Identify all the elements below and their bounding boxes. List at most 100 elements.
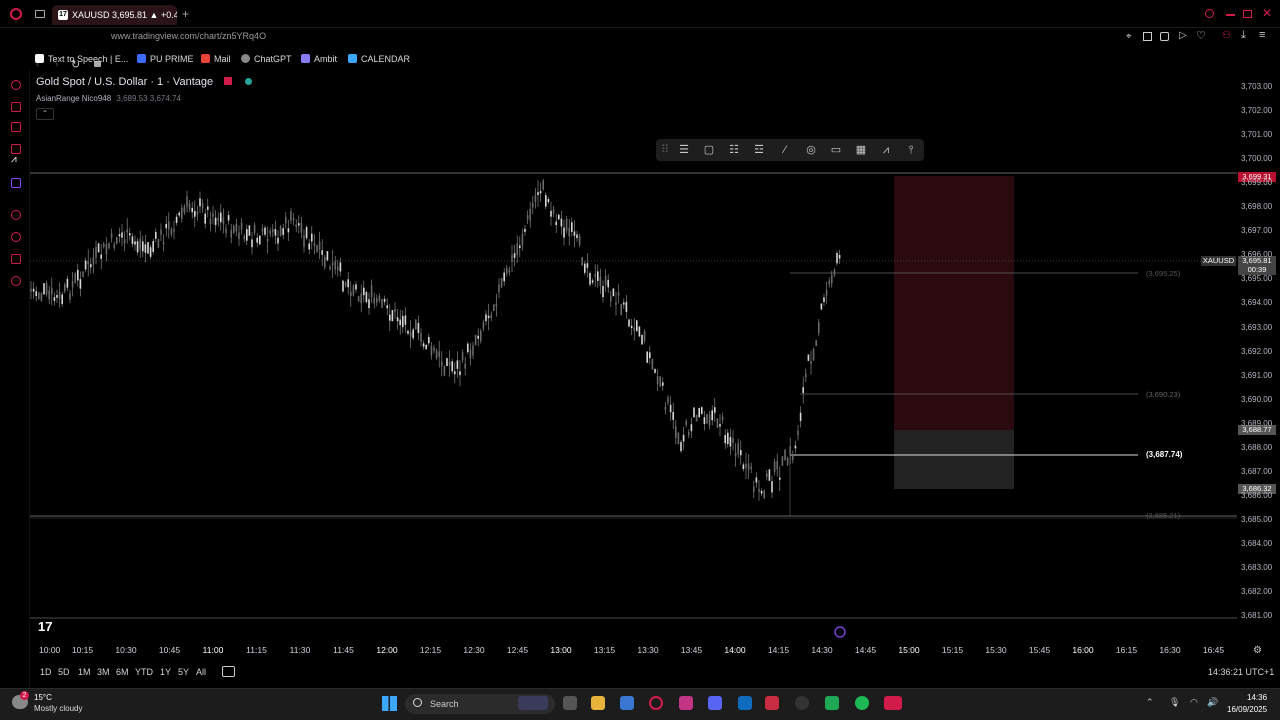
price-tick: 3,690.00	[1241, 394, 1273, 404]
range-1y[interactable]: 1Y	[160, 667, 171, 677]
whatsapp-icon[interactable]	[825, 696, 839, 710]
fib-icon[interactable]: ☲	[752, 144, 766, 156]
candle-body	[217, 218, 219, 221]
candle-body	[266, 238, 269, 242]
trendline-icon[interactable]: ⁄	[778, 144, 792, 156]
candle-body	[352, 285, 355, 296]
lines-icon[interactable]: ☰	[677, 144, 691, 156]
search-icon	[413, 698, 422, 707]
candle-body	[771, 481, 773, 493]
app-red-icon[interactable]	[765, 696, 779, 710]
opera-taskbar-icon[interactable]	[649, 696, 663, 710]
candle-body	[576, 234, 578, 239]
time-tick: 14:30	[811, 645, 833, 655]
path-icon[interactable]: ⩘	[879, 144, 893, 156]
spotify-icon[interactable]	[855, 696, 869, 710]
price-tick: 3,701.00	[1241, 130, 1273, 140]
candle-body	[597, 271, 599, 281]
file-explorer-icon[interactable]	[591, 696, 605, 710]
channel-icon[interactable]: ☷	[727, 144, 741, 156]
candle-body	[136, 241, 139, 253]
range-ytd[interactable]: YTD	[135, 667, 153, 677]
measure-icon[interactable]: ⫯	[904, 144, 918, 156]
store-icon[interactable]	[620, 696, 634, 710]
windows-start-icon[interactable]	[382, 696, 397, 711]
time-tick: 16:30	[1159, 645, 1181, 655]
comment-icon[interactable]: ▭	[829, 144, 843, 156]
flag-icon[interactable]	[224, 77, 233, 85]
candle-body	[779, 477, 781, 480]
candle-body	[433, 347, 435, 351]
notification-badge: 2	[20, 691, 29, 700]
candle-body	[285, 217, 287, 224]
drag-handle-icon[interactable]: ⠿	[658, 144, 672, 156]
microphone-icon[interactable]: 🎙	[1169, 697, 1180, 708]
settings-gear-icon[interactable]: ⚙	[1253, 645, 1262, 656]
network-icon[interactable]: ◠	[1190, 697, 1198, 708]
search-highlight-icon[interactable]	[518, 696, 548, 710]
system-time[interactable]: 14:36	[1247, 693, 1267, 702]
task-view-icon[interactable]	[563, 696, 577, 710]
range-all[interactable]: All	[196, 667, 206, 677]
volume-icon[interactable]: 🔊	[1207, 697, 1218, 708]
chart-clock[interactable]: 14:36:21 UTC+1	[1208, 667, 1274, 677]
candle-body	[121, 232, 123, 238]
candle-body	[805, 373, 807, 377]
outlook-icon[interactable]	[738, 696, 752, 710]
candle-body	[781, 456, 784, 466]
candle-body	[701, 407, 703, 414]
candle-body	[464, 363, 466, 369]
candle-body	[591, 280, 594, 283]
candle-body	[74, 273, 76, 283]
indicator-legend[interactable]: AsianRange Nico948 3,689.53 3,674.74	[36, 94, 181, 103]
candle-body	[552, 209, 555, 214]
candle-body	[651, 358, 654, 370]
price-tick: 3,681.00	[1241, 611, 1273, 621]
time-tick: 15:15	[941, 645, 964, 655]
candle-body	[503, 272, 505, 282]
level-label-1: (3,695.25)	[1146, 269, 1181, 278]
candle-body	[729, 437, 732, 447]
candle-body	[589, 273, 591, 285]
collapse-legend-button[interactable]: ⌃	[36, 108, 54, 120]
chart-title[interactable]: Gold Spot / U.S. Dollar · 1 · Vantage	[36, 76, 253, 88]
price-chart[interactable]: (3,695.25) (3,690.23) (3,687.74) (3,685.…	[0, 0, 1280, 720]
candle-body	[251, 239, 253, 248]
candle-body	[357, 296, 360, 302]
candle-body	[344, 282, 347, 286]
grid-icon[interactable]: ▦	[854, 144, 868, 156]
candle-body	[178, 212, 180, 216]
candle-body	[727, 432, 729, 445]
discord-icon[interactable]	[708, 696, 722, 710]
candle-body	[368, 299, 370, 309]
range-1m[interactable]: 1M	[78, 667, 91, 677]
candle-body	[493, 304, 495, 311]
candle-body	[84, 260, 87, 270]
range-5y[interactable]: 5Y	[178, 667, 189, 677]
system-date[interactable]: 16/09/2025	[1227, 705, 1267, 714]
price-tick: 3,692.00	[1241, 346, 1273, 356]
candle-body	[66, 278, 69, 288]
candle-body	[329, 266, 331, 269]
candle-body	[337, 266, 339, 270]
date-range-icon[interactable]	[222, 666, 235, 677]
price-tick: 3,699.00	[1241, 178, 1273, 188]
candle-body	[654, 369, 656, 373]
range-6m[interactable]: 6M	[116, 667, 129, 677]
range-3m[interactable]: 3M	[97, 667, 110, 677]
steam-icon[interactable]	[795, 696, 809, 710]
circle-icon[interactable]: ◎	[804, 144, 818, 156]
range-5d[interactable]: 5D	[58, 667, 70, 677]
range-1d[interactable]: 1D	[40, 667, 52, 677]
candle-body	[506, 267, 508, 274]
rectangle-icon[interactable]: ▢	[702, 144, 716, 156]
candle-body	[71, 280, 74, 288]
candle-body	[677, 432, 680, 445]
opera-gx-icon[interactable]	[884, 696, 902, 710]
candle-body	[474, 334, 477, 346]
tray-chevron-icon[interactable]: ⌃	[1146, 697, 1154, 708]
candle-body	[584, 263, 586, 273]
candle-body	[773, 461, 776, 472]
instagram-icon[interactable]	[679, 696, 693, 710]
candle-body	[456, 360, 459, 369]
